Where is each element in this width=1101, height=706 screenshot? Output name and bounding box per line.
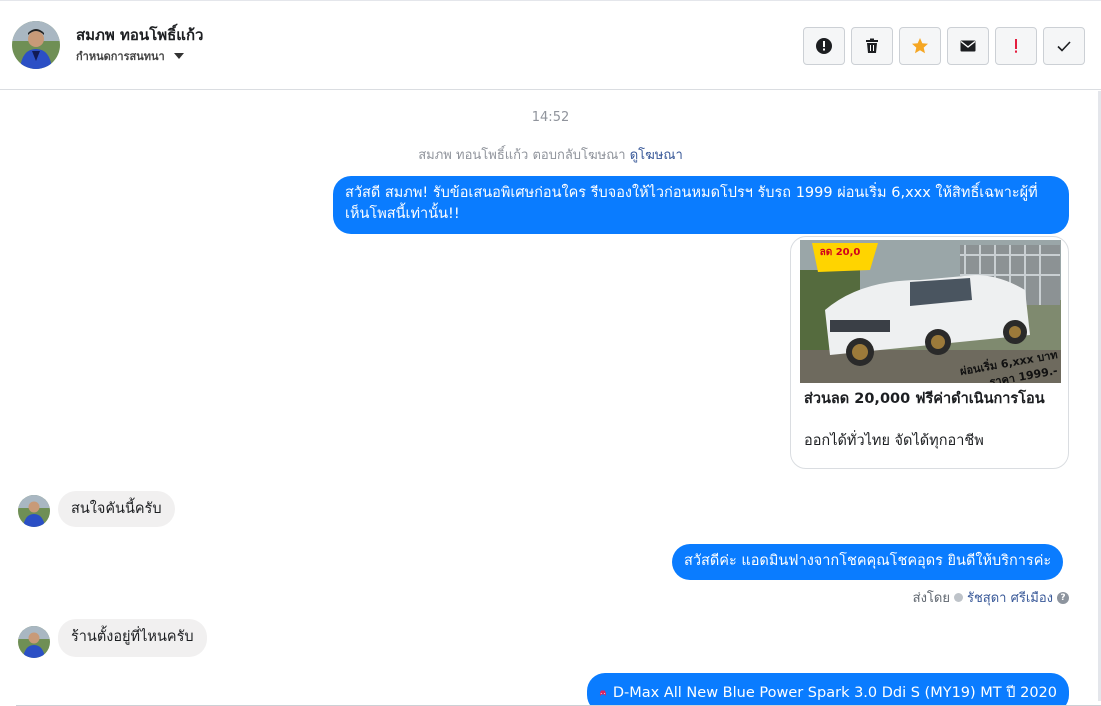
message-text: ร้านตั้งอยู่ที่ไหนครับ [71, 629, 194, 645]
trash-icon [866, 38, 878, 53]
conversation-actions [803, 27, 1085, 65]
incoming-message[interactable]: สนใจคันนี้ครับ [58, 491, 175, 527]
delete-button[interactable] [851, 27, 893, 65]
conversation-header: สมภพ ทอนโพธิ์แก้ว กำหนดการสนทนา [0, 0, 1101, 90]
caret-down-icon [173, 53, 184, 59]
message-thread[interactable]: 14:52 สมภพ ทอนโพธิ์แก้ว ตอบกลับโฆษณา ดูโ… [0, 91, 1101, 706]
exclamation-icon [1015, 39, 1017, 53]
ad-image[interactable]: ลด 20,0 ผ่อนเริ่ม 6,xxx บาท ราคา 1999.- [800, 240, 1061, 383]
view-ad-link[interactable]: ดูโฆษณา [630, 148, 683, 163]
message-text: สนใจคันนี้ครับ [71, 501, 162, 517]
envelope-icon [960, 40, 976, 52]
contact-avatar[interactable] [12, 21, 60, 69]
flag-button[interactable] [995, 27, 1037, 65]
sent-by-label: ส่งโดย [912, 591, 950, 606]
ad-reply-notice: สมภพ ทอนโพธิ์แก้ว ตอบกลับโฆษณา ดูโฆษณา [0, 144, 1101, 165]
ad-card-subtitle: ออกได้ทั่วไทย จัดได้ทุกอาชีพ [804, 433, 984, 449]
ad-card[interactable]: ลด 20,0 ผ่อนเริ่ม 6,xxx บาท ราคา 1999.- … [790, 236, 1069, 469]
report-spam-icon [816, 38, 832, 54]
star-button[interactable] [899, 27, 941, 65]
assign-conversation-label: กำหนดการสนทนา [76, 50, 165, 63]
contact-avatar-small[interactable] [18, 495, 50, 527]
assign-conversation-dropdown[interactable]: กำหนดการสนทนา [76, 47, 184, 65]
star-icon [912, 38, 928, 54]
car-icon [599, 690, 606, 696]
message-text: D-Max All New Blue Power Spark 3.0 Ddi S… [612, 684, 1057, 701]
message-timestamp: 14:52 [531, 110, 570, 125]
ad-card-title: ส่วนลด 20,000 ฟรีค่าดำเนินการโอน [804, 391, 1045, 407]
mark-done-button[interactable] [1043, 27, 1085, 65]
report-spam-button[interactable] [803, 27, 845, 65]
mark-unread-button[interactable] [947, 27, 989, 65]
ad-banner-top-text: ลด 20,0 [820, 247, 861, 258]
sent-by-info: ส่งโดย รัชสุดา ศรีเมือง ? [913, 587, 1069, 608]
help-icon[interactable]: ? [1057, 591, 1069, 604]
ad-reply-text: สมภพ ทอนโพธิ์แก้ว ตอบกลับโฆษณา [418, 148, 626, 163]
sent-by-name[interactable]: รัชสุดา ศรีเมือง [967, 587, 1053, 608]
outgoing-message[interactable]: สวัสดี สมภพ! รับข้อเสนอพิเศษก่อนใคร รีบจ… [333, 176, 1069, 234]
checkmark-icon [1057, 41, 1071, 52]
incoming-message[interactable]: ร้านตั้งอยู่ที่ไหนครับ [58, 619, 207, 657]
admin-badge-icon [953, 593, 963, 602]
message-text-line: เห็นโพสนี้เท่านั้น!! [345, 206, 460, 222]
contact-avatar-small[interactable] [18, 626, 50, 658]
message-text: สวัสดีค่ะ แอดมินฟางจากโชคคุณโชคอุดร ยินด… [684, 553, 1052, 569]
contact-name[interactable]: สมภพ ทอนโพธิ์แก้ว [76, 23, 203, 47]
outgoing-message[interactable]: สวัสดีค่ะ แอดมินฟางจากโชคคุณโชคอุดร ยินด… [672, 544, 1064, 580]
message-text-line: สวัสดี สมภพ! รับข้อเสนอพิเศษก่อนใคร รีบจ… [345, 185, 1038, 201]
outgoing-message[interactable]: D-Max All New Blue Power Spark 3.0 Ddi S… [587, 673, 1069, 706]
